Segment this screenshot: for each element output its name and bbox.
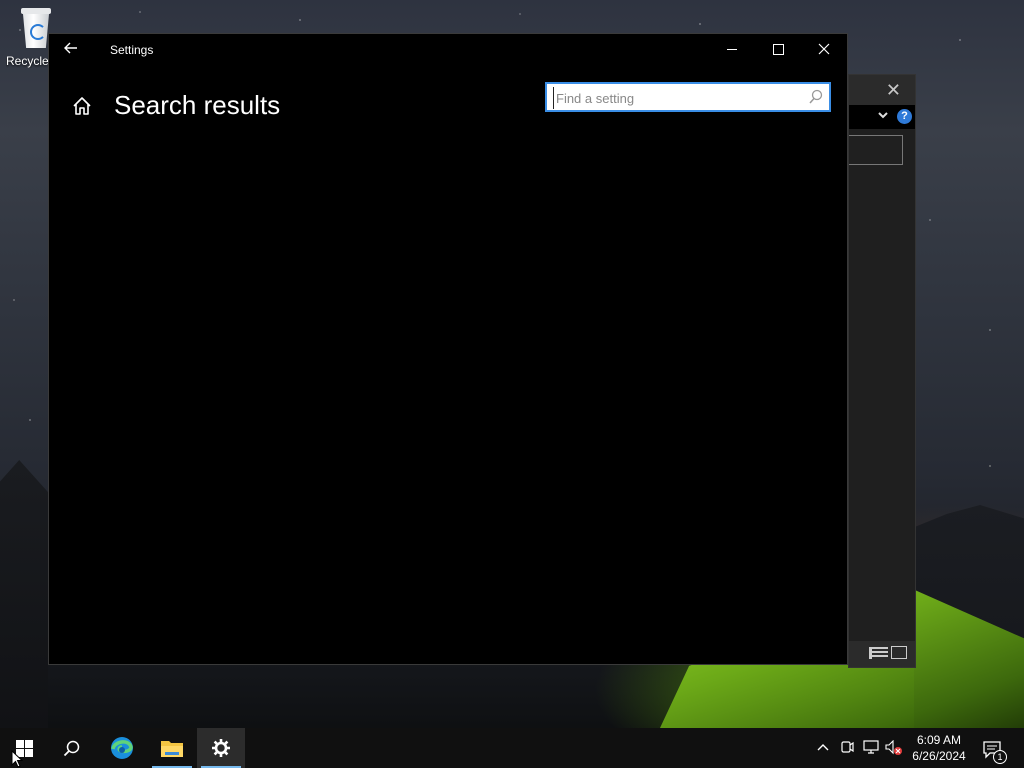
taskbar-clock[interactable]: 6:09 AM 6/26/2024 bbox=[906, 728, 972, 768]
maximize-button[interactable] bbox=[755, 34, 801, 66]
home-icon[interactable] bbox=[71, 96, 93, 116]
close-icon bbox=[818, 40, 830, 58]
notification-count-badge: 1 bbox=[993, 750, 1007, 764]
mouse-cursor-icon bbox=[11, 750, 23, 768]
clock-date: 6/26/2024 bbox=[912, 749, 966, 763]
maximize-icon bbox=[773, 44, 784, 55]
background-window-statusbar bbox=[849, 641, 915, 667]
chevron-up-icon bbox=[817, 744, 829, 751]
minimize-icon bbox=[727, 49, 737, 50]
search-icon bbox=[63, 740, 80, 757]
action-center-button[interactable]: 1 bbox=[982, 728, 1007, 768]
help-icon[interactable]: ? bbox=[897, 109, 912, 124]
start-button[interactable] bbox=[0, 728, 48, 768]
background-window-field[interactable] bbox=[849, 135, 903, 165]
window-title: Settings bbox=[110, 43, 154, 57]
close-button[interactable] bbox=[801, 34, 847, 66]
preview-view-icon[interactable] bbox=[891, 646, 907, 659]
clock-time: 6:09 AM bbox=[916, 733, 962, 747]
details-view-icon[interactable] bbox=[869, 647, 888, 659]
settings-window[interactable]: Settings Search results bbox=[48, 33, 848, 665]
search-icon[interactable] bbox=[809, 89, 823, 105]
taskbar-file-explorer-button[interactable] bbox=[148, 728, 196, 768]
wallpaper-mountain-left bbox=[0, 460, 48, 728]
page-title: Search results bbox=[114, 90, 281, 120]
folder-icon bbox=[161, 741, 183, 757]
taskbar-settings-button[interactable] bbox=[197, 728, 245, 768]
settings-titlebar[interactable]: Settings bbox=[49, 34, 847, 66]
search-input[interactable] bbox=[553, 87, 808, 109]
back-arrow-icon[interactable] bbox=[63, 40, 81, 58]
gear-icon bbox=[212, 739, 230, 757]
background-window-titlebar[interactable]: ✕ bbox=[849, 75, 915, 105]
edge-icon bbox=[111, 737, 133, 759]
taskbar-edge-button[interactable] bbox=[98, 728, 146, 768]
taskbar: 6:09 AM 6/26/2024 1 bbox=[0, 728, 1024, 768]
background-window[interactable]: ✕ ? bbox=[848, 74, 916, 668]
taskbar-search-button[interactable] bbox=[48, 728, 96, 768]
search-box[interactable] bbox=[545, 82, 831, 112]
background-window-close-icon[interactable]: ✕ bbox=[886, 81, 901, 99]
chevron-down-icon[interactable] bbox=[877, 109, 889, 124]
minimize-button[interactable] bbox=[709, 34, 755, 66]
